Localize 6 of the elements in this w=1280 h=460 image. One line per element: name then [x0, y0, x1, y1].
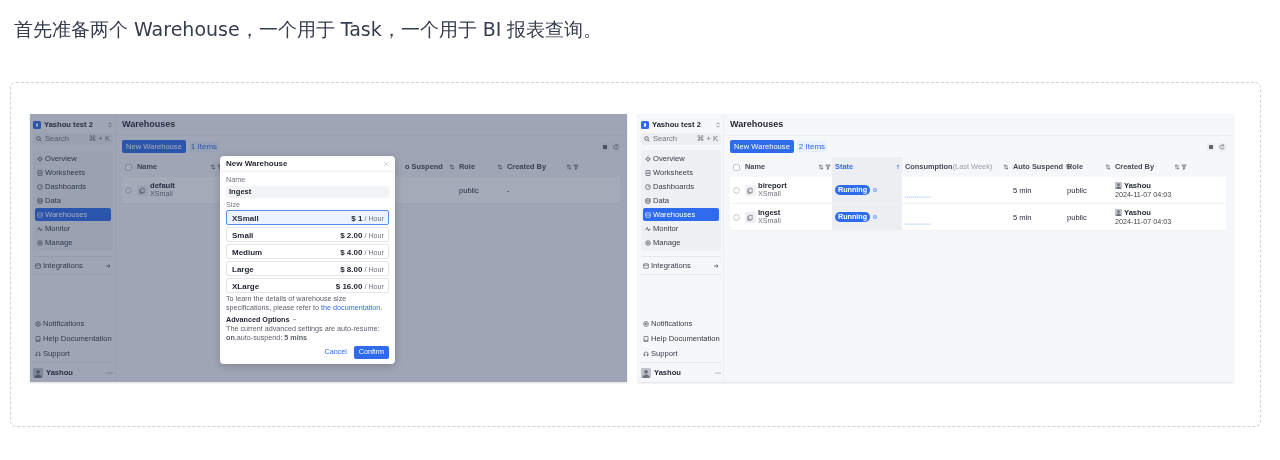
page-title: Warehouses [730, 119, 784, 130]
item-count: 2 Items [796, 140, 828, 153]
dialog-title: New Warehouse [226, 158, 288, 169]
page-title: Warehouses [122, 119, 176, 130]
intro-text: 首先准备两个 Warehouse，一个用于 Task，一个用于 BI 报表查询。 [13, 17, 604, 42]
item-count: 1 Items [188, 140, 220, 153]
